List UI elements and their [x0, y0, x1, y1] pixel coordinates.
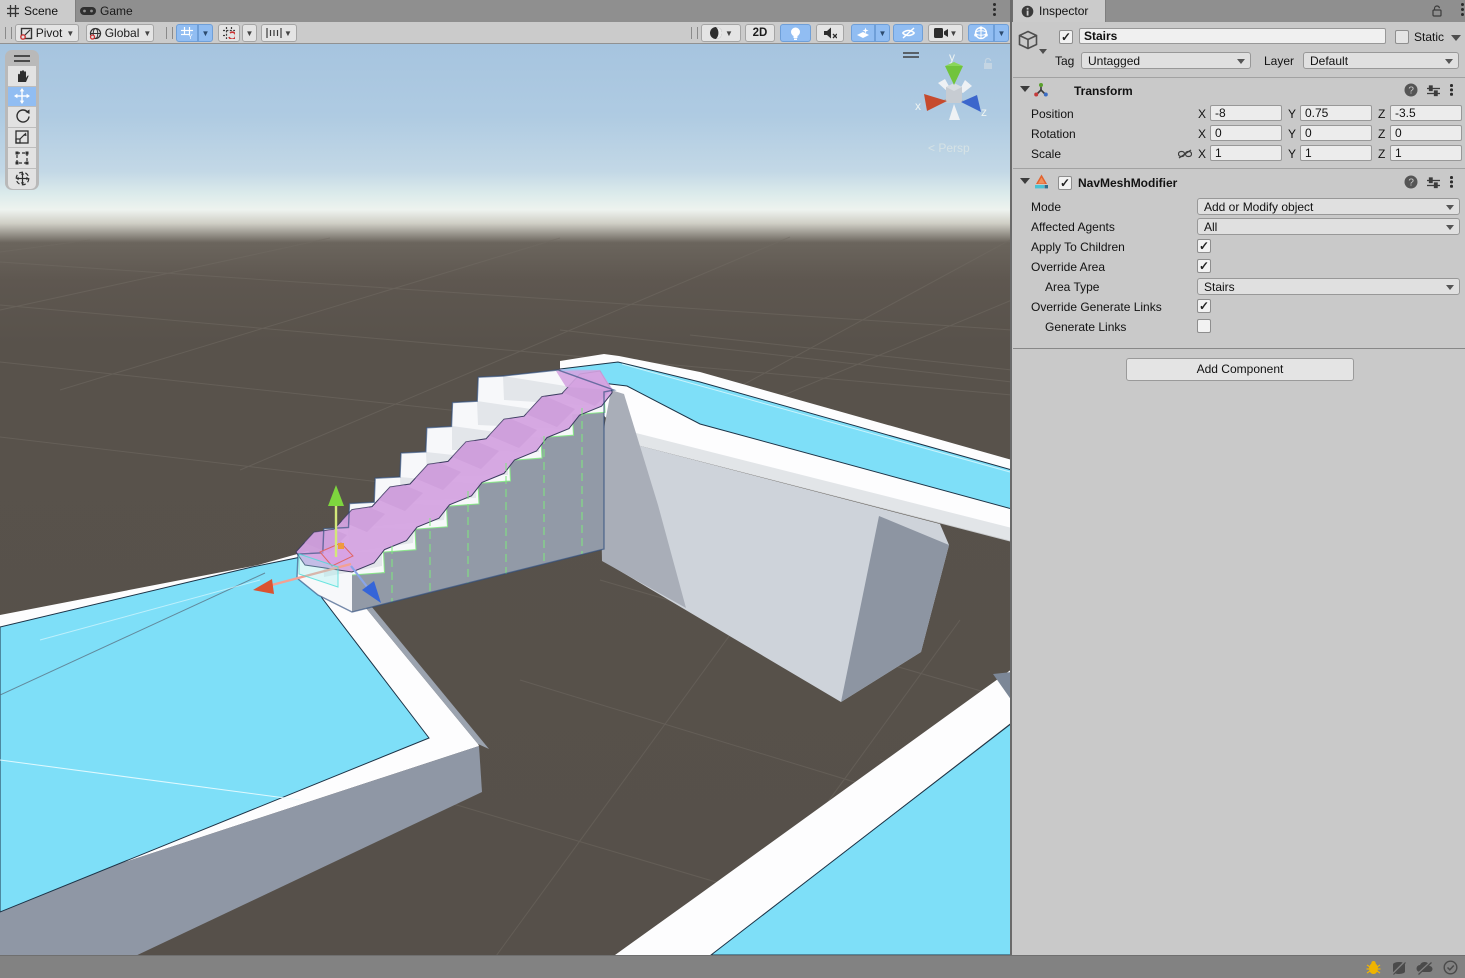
svg-text:Y: Y: [188, 34, 193, 39]
svg-text:?: ?: [1408, 178, 1414, 189]
svg-text:z: z: [981, 105, 987, 119]
svg-text:y: y: [949, 50, 955, 64]
svg-text:< Persp: < Persp: [928, 141, 970, 155]
svg-text:x: x: [915, 99, 921, 113]
svg-text:?: ?: [1408, 86, 1414, 97]
